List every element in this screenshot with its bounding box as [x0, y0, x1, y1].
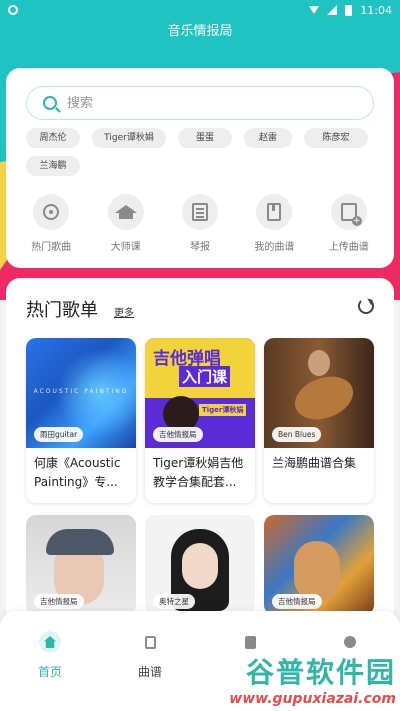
signal-icon	[327, 5, 338, 15]
graduation-cap-icon	[114, 205, 137, 219]
wifi-icon	[309, 6, 320, 14]
playlist-title: Tiger谭秋娟吉他教学合集配套...	[153, 456, 244, 489]
author-badge: 吉他情报局	[153, 427, 203, 442]
tag-chip[interactable]: 蛋蛋	[178, 128, 232, 148]
cover-text: 入门课	[179, 366, 231, 387]
author-badge: 吉他情报局	[272, 594, 322, 609]
quick-link-news[interactable]: 琴报	[165, 194, 235, 253]
status-bar: 11:04	[0, 0, 400, 20]
cover-text: Tiger谭秋娟	[199, 404, 247, 416]
score-icon	[144, 635, 156, 649]
upload-score-icon	[340, 203, 362, 226]
quick-link-label: 琴报	[189, 242, 210, 253]
quick-link-hot-songs[interactable]: 热门歌曲	[16, 194, 86, 253]
playlist-cover: 吉他情报局	[264, 515, 374, 615]
app-title: 音乐情报局	[167, 24, 233, 39]
status-time: 11:04	[360, 3, 392, 17]
quick-links: 热门歌曲 大师课 琴报 我的曲谱 上传曲谱	[6, 194, 394, 253]
watermark-title: 谷普软件园	[245, 656, 396, 689]
section-title: 热门歌单	[26, 300, 98, 321]
playlist-cover: 吉他情报局	[26, 515, 136, 615]
playlist-cover: ACOUSTIC PAINTING 雨田guitar	[26, 338, 136, 448]
cover-text: ACOUSTIC PAINTING	[33, 388, 129, 395]
tag-chip[interactable]: Tiger谭秋娟	[92, 128, 166, 148]
profile-icon	[344, 636, 356, 648]
playlist-card[interactable]: 吉他弹唱 入门课 Tiger谭秋娟 吉他情报局 Tiger谭秋娟吉他教学合集配套…	[145, 338, 255, 503]
quick-link-my-scores[interactable]: 我的曲谱	[239, 194, 309, 253]
author-badge: 奥特之星	[153, 594, 195, 609]
quick-link-master-class[interactable]: 大师课	[91, 194, 161, 253]
author-badge: Ben Blues	[272, 427, 322, 442]
popular-playlists-section: 热门歌单 更多 ACOUSTIC PAINTING 雨田guitar 何康《Ac…	[6, 278, 394, 618]
playlist-cover: 奥特之星	[145, 515, 255, 615]
nav-scores[interactable]: 曲谱	[115, 631, 185, 711]
nav-label: 曲谱	[137, 665, 162, 679]
playlist-cover: 吉他弹唱 入门课 Tiger谭秋娟 吉他情报局	[145, 338, 255, 448]
playlist-grid: ACOUSTIC PAINTING 雨田guitar 何康《Acoustic P…	[26, 338, 376, 615]
playlist-card[interactable]: 奥特之星	[145, 515, 255, 615]
newspaper-icon	[191, 203, 208, 221]
note-icon	[244, 635, 256, 649]
app-notification-icon	[8, 5, 18, 15]
search-bar[interactable]	[26, 86, 374, 120]
watermark: 谷普软件园 www.gupuxiazai.com	[229, 651, 396, 707]
tag-chip[interactable]: 赵雷	[244, 128, 292, 148]
author-badge: 吉他情报局	[34, 594, 84, 609]
quick-link-label: 上传曲谱	[328, 242, 369, 253]
tag-chip[interactable]: 周杰伦	[26, 128, 80, 148]
playlist-card[interactable]: 吉他情报局	[26, 515, 136, 615]
disc-icon	[43, 204, 60, 220]
tag-chip[interactable]: 陈彦宏	[304, 128, 368, 148]
playlist-title: 何康《Acoustic Painting》专...	[34, 456, 121, 489]
playlist-card[interactable]: ACOUSTIC PAINTING 雨田guitar 何康《Acoustic P…	[26, 338, 136, 503]
quick-link-upload-score[interactable]: 上传曲谱	[314, 194, 384, 253]
author-badge: 雨田guitar	[34, 427, 84, 442]
more-link[interactable]: 更多	[114, 304, 134, 319]
home-icon	[44, 636, 56, 648]
search-input[interactable]	[67, 95, 317, 111]
search-icon	[43, 96, 57, 110]
hot-tags: 周杰伦 Tiger谭秋娟 蛋蛋 赵雷 陈彦宏 兰海鹏	[26, 128, 376, 176]
watermark-url: www.gupuxiazai.com	[229, 691, 396, 707]
search-card: 周杰伦 Tiger谭秋娟 蛋蛋 赵雷 陈彦宏 兰海鹏 热门歌曲 大师课 琴报 我…	[6, 68, 394, 268]
playlist-title: 兰海鹏曲谱合集	[272, 456, 357, 470]
nav-home[interactable]: 首页	[15, 631, 85, 711]
refresh-icon[interactable]	[358, 298, 374, 314]
tag-chip[interactable]: 兰海鹏	[26, 156, 80, 176]
playlist-card[interactable]: 吉他情报局	[264, 515, 374, 615]
quick-link-label: 热门歌曲	[31, 242, 72, 253]
playlist-card[interactable]: Ben Blues 兰海鹏曲谱合集	[264, 338, 374, 503]
nav-label: 首页	[37, 665, 62, 679]
playlist-cover: Ben Blues	[264, 338, 374, 448]
quick-link-label: 我的曲谱	[254, 242, 295, 253]
quick-link-label: 大师课	[110, 242, 141, 253]
battery-icon	[345, 4, 353, 16]
book-icon	[267, 203, 282, 221]
